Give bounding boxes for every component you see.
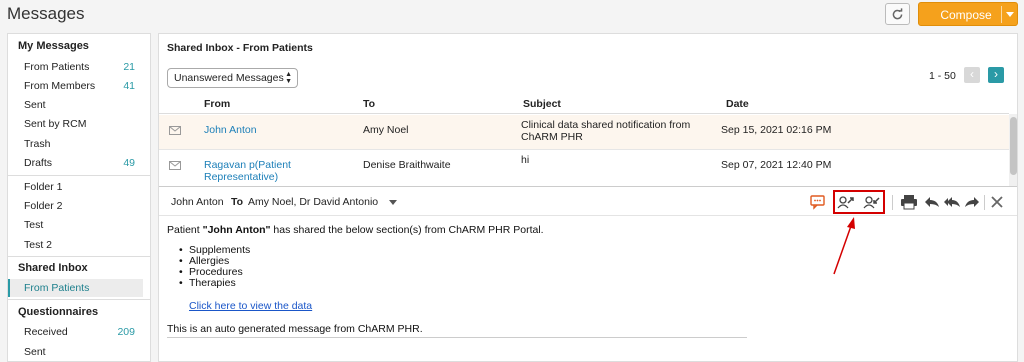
column-header-from[interactable]: From	[204, 98, 230, 110]
divider	[159, 113, 1009, 114]
sidebar-item-drafts[interactable]: Drafts 49	[8, 154, 143, 172]
count-badge: 21	[123, 61, 135, 73]
divider	[167, 337, 747, 338]
select-arrows-icon: ▲ ▼	[285, 71, 292, 85]
view-data-link[interactable]: Click here to view the data	[189, 300, 312, 312]
sidebar-heading-shared-inbox: Shared Inbox	[18, 262, 88, 274]
column-header-subject[interactable]: Subject	[523, 98, 561, 110]
sidebar-item-label: From Members	[24, 80, 96, 92]
comment-icon[interactable]	[809, 194, 827, 210]
shared-sections-list: Supplements Allergies Procedures Therapi…	[179, 245, 250, 290]
intro-suffix: has shared the below section(s) from ChA…	[270, 224, 544, 236]
close-icon[interactable]	[988, 194, 1006, 210]
viewer-recipients: Amy Noel, Dr David Antonio	[248, 196, 379, 208]
viewer-from: John Anton	[171, 196, 224, 208]
sidebar-item-folder-2[interactable]: Folder 2	[8, 197, 143, 215]
reply-all-icon[interactable]	[943, 194, 961, 210]
sidebar-item-shared-from-patients[interactable]: From Patients	[8, 279, 143, 297]
sidebar-item-label: Sent by RCM	[24, 118, 87, 130]
sidebar-item-label: From Patients	[24, 61, 90, 73]
sidebar-item-folder-1[interactable]: Folder 1	[8, 178, 143, 196]
compose-dropdown-icon[interactable]	[1006, 12, 1014, 17]
message-from[interactable]: John Anton	[204, 124, 334, 136]
sidebar-item-label: Received	[24, 326, 68, 338]
sidebar-heading-questionnaires: Questionnaires	[18, 306, 99, 318]
sidebar-item-received[interactable]: Received 209	[8, 323, 143, 341]
main-panel: Shared Inbox - From Patients Unanswered …	[158, 33, 1018, 362]
chevron-left-icon: ‹	[970, 67, 974, 81]
message-date: Sep 07, 2021 12:40 PM	[721, 159, 832, 171]
page-title: Messages	[7, 4, 85, 23]
column-header-date[interactable]: Date	[726, 98, 749, 110]
count-badge: 41	[123, 80, 135, 92]
sidebar-item-label: Sent	[24, 99, 46, 111]
intro-prefix: Patient	[167, 224, 203, 236]
count-badge: 209	[117, 326, 135, 338]
scrollbar[interactable]	[1009, 114, 1017, 186]
sidebar-item-label: Test	[24, 219, 44, 231]
sidebar-item-sent-by-rcm[interactable]: Sent by RCM	[8, 115, 143, 133]
filter-select[interactable]: Unanswered Messages ▲ ▼	[167, 68, 298, 88]
message-subject: Clinical data shared notification from C…	[521, 119, 691, 143]
chevron-down-icon[interactable]	[389, 200, 397, 205]
count-badge: 49	[123, 157, 135, 169]
patient-name: "John Anton"	[202, 224, 271, 236]
compose-label: Compose	[940, 8, 992, 22]
sidebar: My Messages From Patients 21 From Member…	[7, 33, 151, 362]
message-to: Amy Noel	[363, 124, 409, 136]
sidebar-item-label: From Patients	[24, 282, 90, 294]
divider	[8, 256, 150, 257]
message-to: Denise Braithwaite	[363, 159, 451, 171]
message-from[interactable]: Ragavan p(Patient Representative)	[204, 159, 334, 183]
sidebar-item-label: Test 2	[24, 239, 53, 251]
divider	[892, 195, 893, 210]
sidebar-item-sent[interactable]: Sent	[8, 96, 143, 114]
refresh-icon	[892, 7, 903, 19]
filter-select-value: Unanswered Messages	[174, 72, 284, 84]
next-page-button[interactable]: ›	[988, 67, 1004, 83]
table-row[interactable]: Ragavan p(Patient Representative) Denise…	[159, 150, 1009, 184]
divider	[8, 175, 150, 176]
reply-icon[interactable]	[923, 194, 941, 210]
sidebar-item-label: Trash	[24, 138, 51, 150]
compose-button[interactable]: Compose	[918, 2, 1018, 26]
sidebar-item-from-members[interactable]: From Members 41	[8, 77, 143, 95]
message-subject: hi	[521, 154, 530, 166]
sidebar-item-from-patients[interactable]: From Patients 21	[8, 58, 143, 76]
divider	[984, 195, 985, 210]
message-date: Sep 15, 2021 02:16 PM	[721, 124, 832, 136]
forward-icon[interactable]	[963, 194, 981, 210]
previous-page-button[interactable]: ‹	[964, 67, 980, 83]
sidebar-item-label: Sent	[24, 346, 46, 358]
table-row[interactable]: John Anton Amy Noel Clinical data shared…	[159, 115, 1009, 149]
sidebar-item-test-2[interactable]: Test 2	[8, 236, 143, 254]
highlight-box	[833, 190, 885, 214]
refresh-button[interactable]	[885, 3, 910, 25]
column-header-to[interactable]: To	[363, 98, 375, 110]
inbox-title: Shared Inbox - From Patients	[167, 42, 313, 54]
print-icon[interactable]	[900, 194, 918, 210]
sidebar-item-trash[interactable]: Trash	[8, 135, 143, 153]
compose-divider	[1001, 6, 1002, 23]
envelope-icon	[169, 161, 181, 170]
scroll-thumb[interactable]	[1010, 117, 1017, 175]
sidebar-item-questionnaires-sent[interactable]: Sent	[8, 343, 143, 361]
sidebar-item-label: Folder 1	[24, 181, 63, 193]
pager-range: 1 - 50	[929, 70, 956, 82]
viewer-to-label: To	[231, 196, 244, 208]
sidebar-item-label: Drafts	[24, 157, 53, 169]
chevron-right-icon: ›	[994, 67, 998, 81]
envelope-icon	[169, 126, 181, 135]
sidebar-heading-my-messages: My Messages	[18, 40, 89, 52]
sidebar-item-label: Folder 2	[24, 200, 63, 212]
message-header-bar: John Anton To Amy Noel, Dr David Antonio	[159, 186, 1017, 216]
auto-generated-note: This is an auto generated message from C…	[167, 323, 423, 335]
list-item: Therapies	[179, 278, 250, 290]
sidebar-item-test[interactable]: Test	[8, 216, 143, 234]
message-intro: Patient "John Anton" has shared the belo…	[167, 224, 544, 236]
divider	[8, 299, 150, 300]
top-bar: Messages Compose	[0, 0, 1024, 30]
